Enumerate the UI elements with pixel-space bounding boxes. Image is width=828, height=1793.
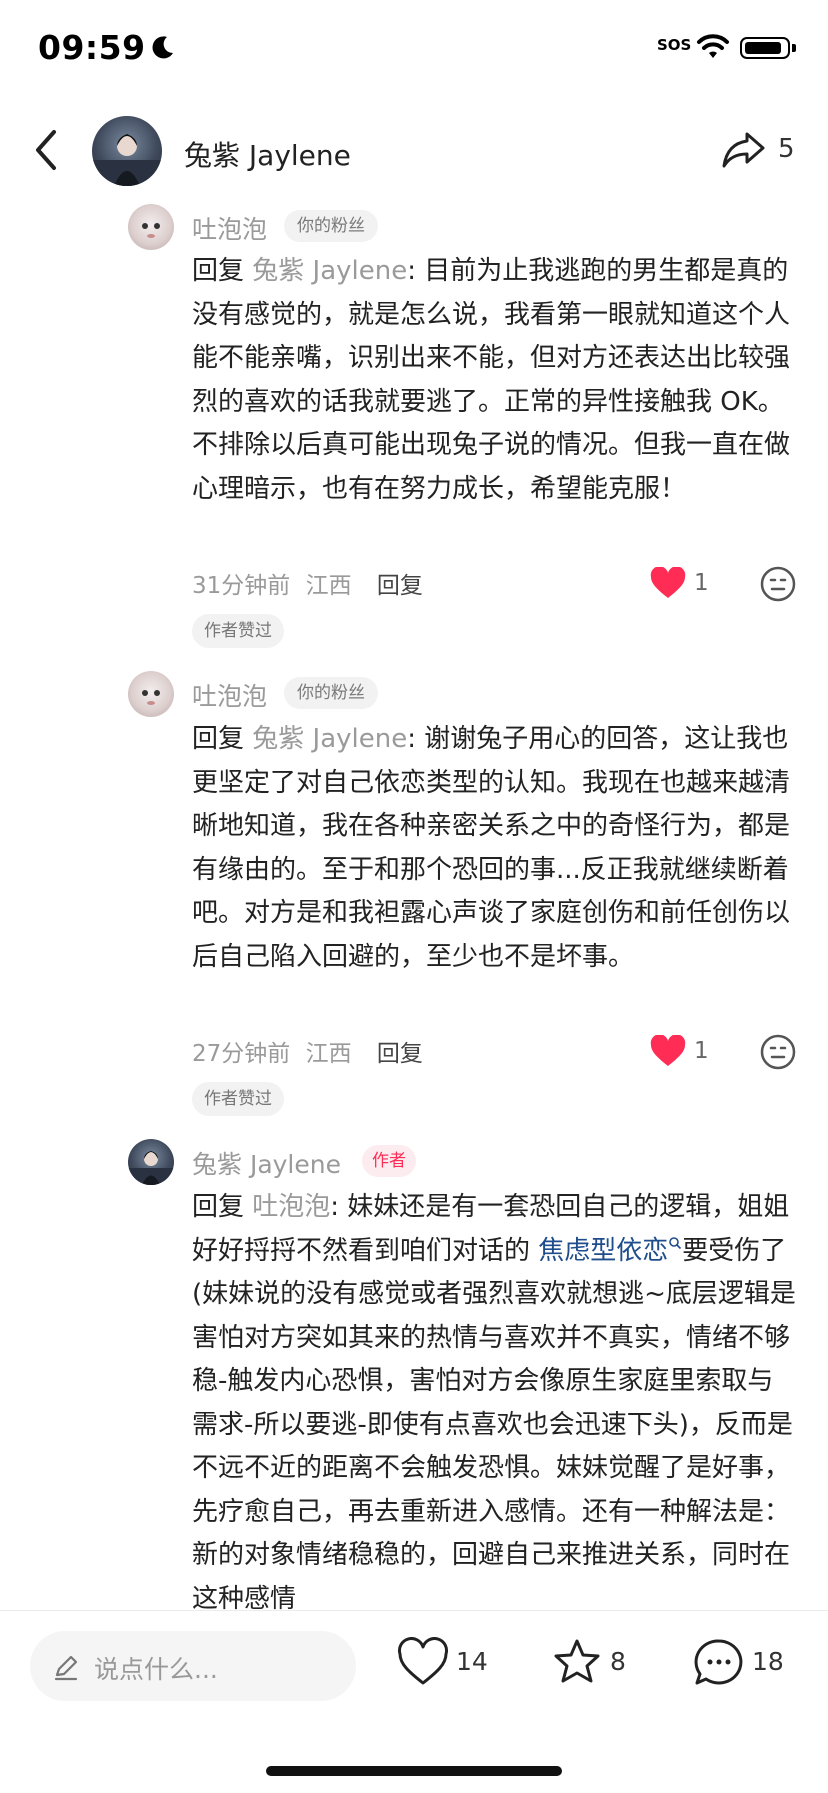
reply-prefix: 回复 (192, 256, 253, 286)
reply-target[interactable]: 兔紫 Jaylene (252, 724, 407, 754)
reply-button[interactable]: 回复 (377, 1041, 423, 1067)
battery-icon (740, 37, 790, 59)
fan-badge: 你的粉丝 (284, 210, 378, 242)
status-bar: 09:59 SOS (0, 0, 828, 100)
pencil-icon (54, 1655, 78, 1681)
wifi-icon (697, 34, 729, 58)
neutral-face-icon[interactable] (760, 1034, 796, 1070)
neutral-face-icon[interactable] (760, 566, 796, 602)
like-count: 1 (694, 1038, 709, 1064)
comment-content-continued: 要受伤了 (妹妹说的没有感觉或者强烈喜欢就想逃~底层逻辑是害怕对方突如其来的热情… (192, 1235, 796, 1614)
reply-prefix: 回复 (192, 724, 253, 754)
comment-count: 18 (752, 1647, 784, 1676)
author-liked-badge: 作者赞过 (192, 614, 284, 648)
comment-text[interactable]: 回复 吐泡泡: 妹妹还是有一套恐回自己的逻辑，姐姐好好捋捋不然看到咱们对话的 焦… (192, 1186, 796, 1621)
avatar-photo (142, 690, 160, 705)
comment-time: 27分钟前 (192, 1041, 291, 1067)
search-icon[interactable] (668, 1236, 682, 1250)
heart-outline-icon[interactable] (396, 1637, 450, 1687)
share-icon[interactable] (720, 128, 766, 172)
comment-author[interactable]: 吐泡泡 (192, 210, 267, 246)
header-title[interactable]: 兔紫 Jaylene (184, 134, 351, 174)
avatar[interactable] (128, 1139, 174, 1185)
share-count: 5 (778, 134, 795, 164)
comment-time: 31分钟前 (192, 573, 291, 599)
comment-location: 江西 (305, 1041, 352, 1067)
comment-text[interactable]: 回复 兔紫 Jaylene: 目前为止我逃跑的男生都是真的没有感觉的，就是怎么说… (192, 250, 796, 511)
like-total-count: 14 (456, 1647, 488, 1676)
comment-meta: 31分钟前 江西 回复 (192, 566, 423, 600)
home-indicator[interactable] (266, 1766, 562, 1776)
like-count: 1 (694, 570, 709, 596)
status-time: 09:59 (38, 28, 146, 67)
avatar-photo (128, 1151, 174, 1185)
comment-content: : 目前为止我逃跑的男生都是真的没有感觉的，就是怎么说，我看第一眼就知道这个人能… (192, 256, 791, 504)
heart-filled-icon[interactable] (650, 567, 686, 599)
comment-author[interactable]: 兔紫 Jaylene (192, 1145, 341, 1181)
search-link[interactable]: 焦虑型依恋 (538, 1236, 668, 1266)
reply-target[interactable]: 吐泡泡 (252, 1192, 330, 1222)
star-outline-icon[interactable] (550, 1637, 604, 1687)
back-icon[interactable] (32, 128, 62, 172)
author-badge: 作者 (362, 1145, 416, 1177)
favorite-count: 8 (610, 1647, 626, 1676)
reply-target[interactable]: 兔紫 Jaylene (252, 256, 407, 286)
avatar[interactable] (92, 116, 162, 186)
reply-button[interactable]: 回复 (377, 573, 423, 599)
fan-badge: 你的粉丝 (284, 677, 378, 709)
comment-text[interactable]: 回复 兔紫 Jaylene: 谢谢兔子用心的回答，这让我也更坚定了对自己依恋类型… (192, 718, 796, 979)
avatar[interactable] (128, 671, 174, 717)
chat-header: 兔紫 Jaylene 5 (0, 100, 828, 200)
comment-content: : 谢谢兔子用心的回答，这让我也更坚定了对自己依恋类型的认知。我现在也越来越清晰… (192, 724, 791, 972)
moon-icon (152, 36, 173, 59)
comment-location: 江西 (305, 573, 352, 599)
comment-bubble-icon[interactable] (692, 1637, 746, 1689)
battery-tip (792, 44, 796, 52)
input-placeholder: 说点什么... (94, 1655, 218, 1684)
avatar[interactable] (128, 204, 174, 250)
avatar-photo (142, 223, 160, 238)
comment-author[interactable]: 吐泡泡 (192, 677, 267, 713)
author-liked-badge: 作者赞过 (192, 1082, 284, 1116)
sos-label: SOS (657, 36, 692, 54)
heart-filled-icon[interactable] (650, 1035, 686, 1067)
reply-prefix: 回复 (192, 1192, 253, 1222)
comment-meta: 27分钟前 江西 回复 (192, 1034, 423, 1068)
comment-input[interactable]: 说点什么... (30, 1631, 356, 1701)
avatar-photo (92, 134, 162, 186)
